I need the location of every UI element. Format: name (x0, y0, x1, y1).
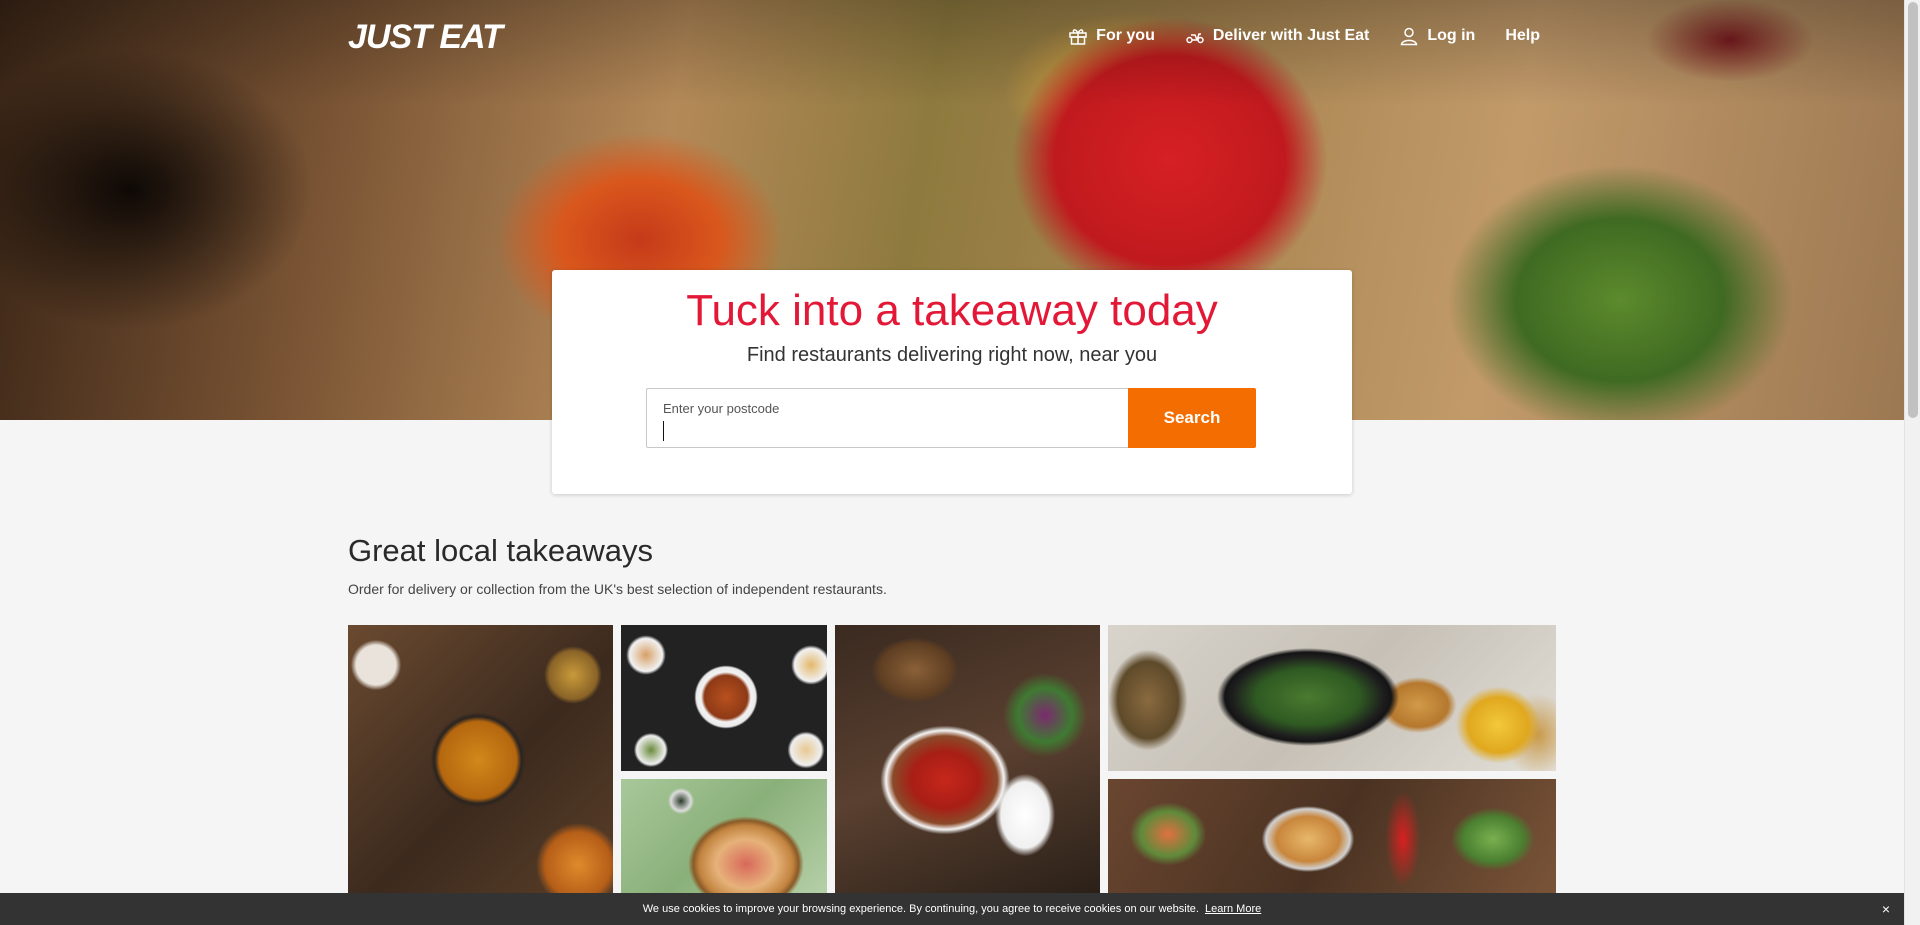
text-caret (663, 421, 664, 441)
cuisine-tile-plates[interactable] (621, 625, 827, 771)
gift-icon (1069, 29, 1087, 45)
cuisine-tile-kebab[interactable] (835, 625, 1100, 895)
user-icon (1401, 27, 1418, 46)
scooter-icon (1186, 33, 1204, 44)
cuisine-tile-curry[interactable] (348, 625, 613, 895)
scrollbar-thumb[interactable] (1908, 2, 1918, 418)
postcode-search-form: Enter your postcode Search (646, 388, 1256, 448)
cuisine-tile-fish-chips[interactable] (1108, 625, 1556, 771)
postcode-label: Enter your postcode (663, 401, 780, 416)
nav-deliver-label: Deliver with Just Eat (1212, 27, 1370, 44)
hero-title: Tuck into a takeaway today (686, 286, 1218, 335)
nav-deliver[interactable]: Deliver with Just Eat (1185, 26, 1370, 46)
cookie-learn-more-link[interactable]: Learn More (1205, 903, 1261, 915)
nav-log-in[interactable]: Log in (1399, 26, 1475, 46)
search-card: Tuck into a takeaway today Find restaura… (552, 270, 1352, 494)
postcode-field[interactable]: Enter your postcode (646, 388, 1128, 448)
page-scrollbar[interactable] (1904, 0, 1920, 925)
postcode-input[interactable] (661, 417, 1111, 443)
hero-subtitle: Find restaurants delivering right now, n… (746, 344, 1158, 366)
nav-log-in-label: Log in (1427, 27, 1476, 44)
section-subtitle: Order for delivery or collection from th… (348, 581, 887, 597)
nav-for-you[interactable]: For you (1068, 26, 1155, 46)
just-eat-logo[interactable]: JUST EAT (348, 18, 503, 57)
nav-help[interactable]: Help (1505, 27, 1540, 45)
cookie-banner: We use cookies to improve your browsing … (0, 893, 1904, 925)
search-button[interactable]: Search (1128, 388, 1256, 448)
cookie-close-icon[interactable]: × (1882, 901, 1890, 917)
cuisine-tile-pizza[interactable] (621, 779, 827, 895)
cookie-text: We use cookies to improve your browsing … (642, 903, 1199, 915)
top-nav: For you Deliver with Just Eat Log in Hel… (1068, 26, 1540, 46)
nav-for-you-label: For you (1096, 27, 1155, 44)
section-title: Great local takeaways (348, 533, 653, 568)
cuisine-tile-asian[interactable] (1108, 779, 1556, 895)
nav-help-label: Help (1505, 27, 1540, 44)
